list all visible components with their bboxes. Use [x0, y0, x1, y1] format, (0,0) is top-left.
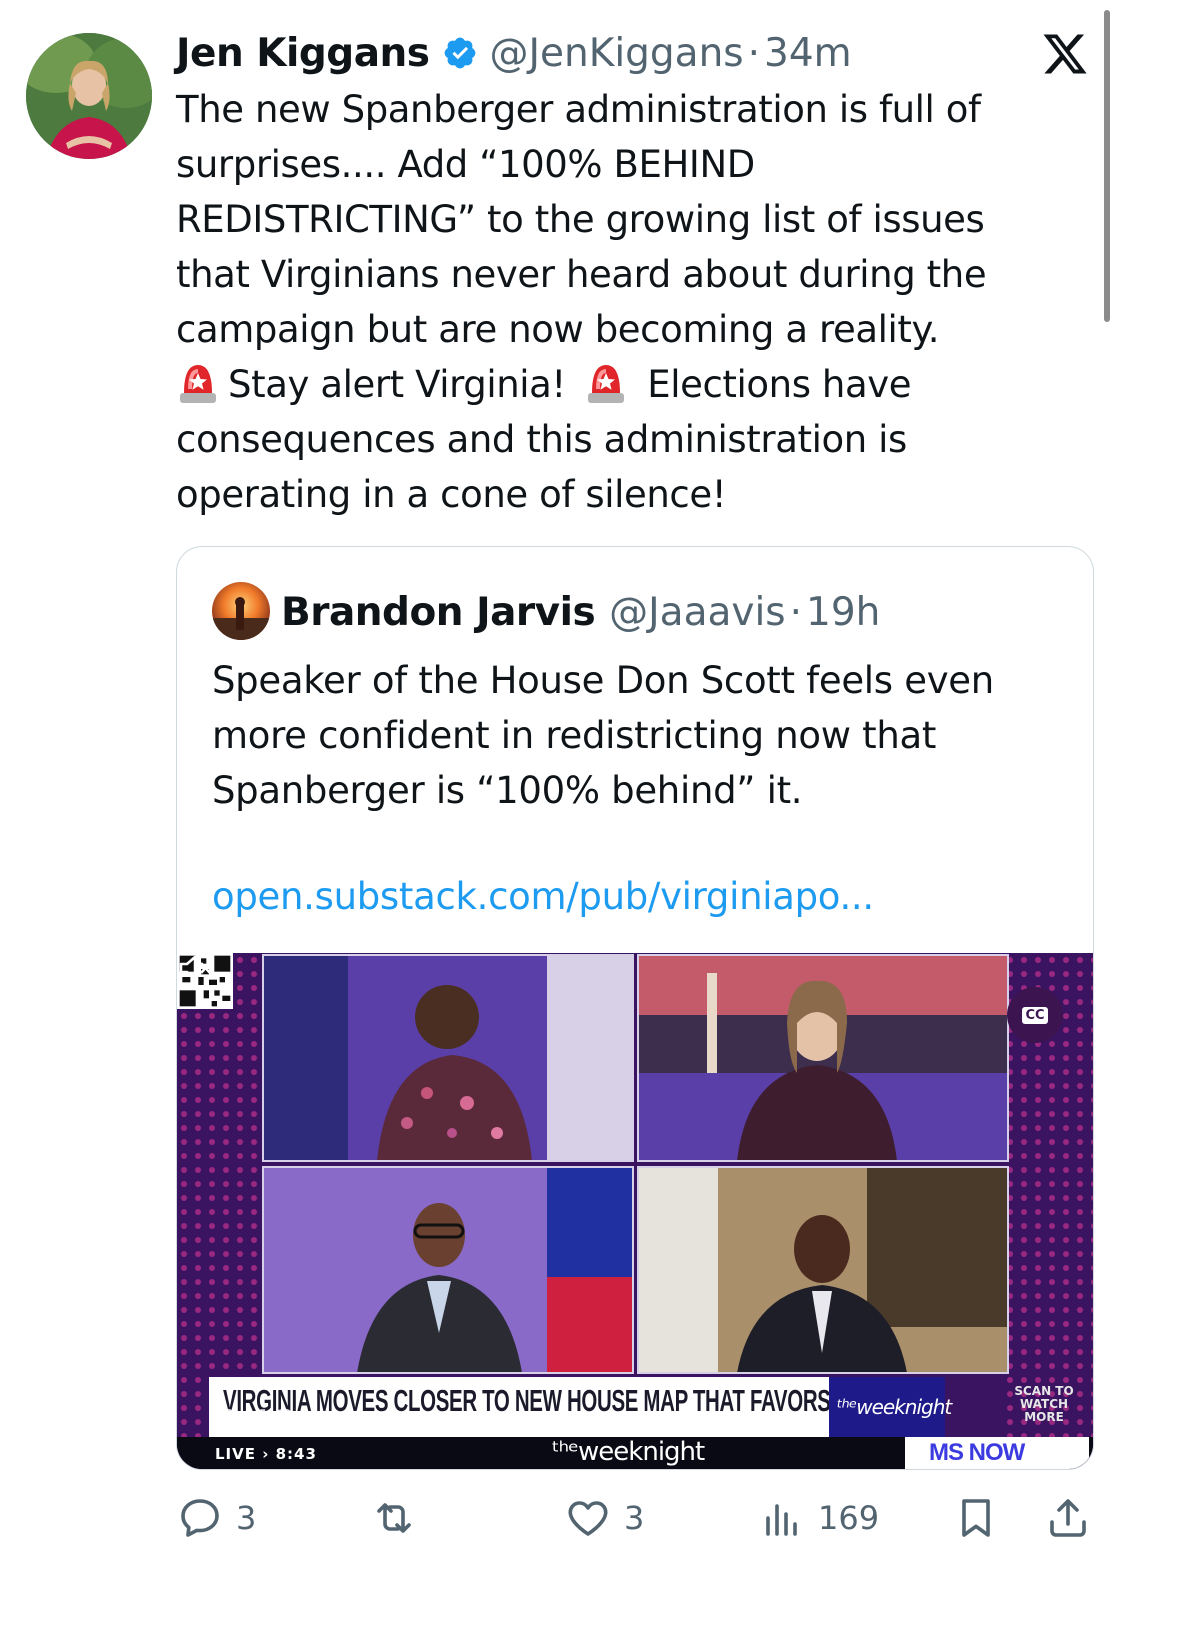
- quoted-tweet-line: Speaker of the House Don Scott feels eve…: [212, 659, 994, 702]
- quoted-tweet-header: Brandon Jarvis @Jaaavis · 19h: [281, 587, 880, 637]
- quoted-tweet-time: 19h: [806, 589, 881, 635]
- tweet-line: that Virginians never heard about during…: [176, 253, 987, 296]
- tweet-line: Stay alert Virginia! Elections have: [170, 357, 1076, 412]
- bookmark-icon: [962, 1499, 990, 1537]
- quoted-tweet-link[interactable]: open.substack.com/pub/virginiapo...: [212, 875, 874, 918]
- tweet-time[interactable]: 34m: [764, 31, 852, 76]
- siren-emoji-icon: [180, 365, 216, 403]
- views-icon: [766, 1504, 797, 1536]
- live-indicator: LIVE › 8:43: [215, 1445, 317, 1463]
- tweet-line: consequences and this administration is: [176, 418, 907, 461]
- dot-separator: ·: [747, 30, 761, 76]
- dot-separator: ·: [789, 589, 803, 635]
- tweet-line: REDISTRICTING” to the growing list of is…: [176, 198, 985, 241]
- quoted-author-handle[interactable]: @Jaaavis: [609, 590, 785, 635]
- siren-emoji-icon: [587, 365, 624, 403]
- video-player[interactable]: CC VIRGINIA MOVES CLOSER TO NEW HOUSE MA…: [177, 953, 1093, 1469]
- tweet-header: Jen Kiggans @JenKiggans · 34m: [176, 28, 852, 78]
- chyron-text: VIRGINIA MOVES CLOSER TO NEW HOUSE MAP T…: [223, 1383, 894, 1418]
- verified-badge-icon: [444, 37, 475, 69]
- x-logo-icon: [1043, 34, 1087, 74]
- scan-to-watch-text: SCAN TO WATCH MORE: [1014, 1384, 1074, 1424]
- reply-icon: [181, 1499, 219, 1537]
- tweet-line-part: Stay alert Virginia!: [228, 363, 566, 406]
- quoted-author-name[interactable]: Brandon Jarvis: [281, 590, 596, 635]
- views-count: 169: [818, 1499, 880, 1537]
- reply-count: 3: [236, 1499, 257, 1537]
- heart-icon: [568, 1501, 608, 1536]
- tweet-line: operating in a cone of silence!: [176, 473, 727, 516]
- network-logo: MS NOW: [929, 1439, 1025, 1466]
- like-button[interactable]: 3: [564, 1492, 644, 1544]
- share-button[interactable]: [1044, 1492, 1092, 1544]
- bookmark-button[interactable]: [952, 1492, 1000, 1544]
- author-avatar[interactable]: [26, 33, 152, 159]
- repost-button[interactable]: [370, 1492, 418, 1544]
- like-count: 3: [624, 1499, 645, 1537]
- share-icon: [1050, 1499, 1086, 1537]
- closed-captions-button[interactable]: CC: [1007, 987, 1063, 1043]
- show-logo-bottom: ᵗʰᵉweeknight: [552, 1437, 705, 1467]
- mute-icon[interactable]: [177, 953, 213, 983]
- reply-button[interactable]: 3: [176, 1492, 256, 1544]
- author-handle[interactable]: @JenKiggans: [490, 31, 744, 76]
- quoted-tweet-line: more confident in redistricting now that: [212, 714, 937, 757]
- tweet-body: The new Spanberger administration is ful…: [176, 82, 1076, 522]
- quoted-tweet-line: Spanberger is “100% behind” it.: [212, 769, 803, 812]
- tweet-line-part: Elections have: [647, 363, 912, 406]
- cc-label: CC: [1022, 1006, 1048, 1024]
- quoted-tweet-card[interactable]: Brandon Jarvis @Jaaavis · 19h Speaker of…: [176, 546, 1094, 1470]
- show-logo: ᵗʰᵉweeknight: [837, 1395, 952, 1419]
- views-button[interactable]: 169: [758, 1492, 879, 1544]
- author-name[interactable]: Jen Kiggans: [176, 31, 430, 76]
- scrollbar[interactable]: [1104, 10, 1110, 322]
- quoted-tweet-body: Speaker of the House Don Scott feels eve…: [212, 653, 1072, 818]
- repost-icon: [377, 1503, 411, 1533]
- quoted-author-avatar[interactable]: [212, 582, 270, 640]
- tweet-line: surprises.... Add “100% BEHIND: [176, 143, 755, 186]
- tweet-line: campaign but are now becoming a reality.: [176, 308, 940, 351]
- tweet-line: The new Spanberger administration is ful…: [176, 88, 981, 131]
